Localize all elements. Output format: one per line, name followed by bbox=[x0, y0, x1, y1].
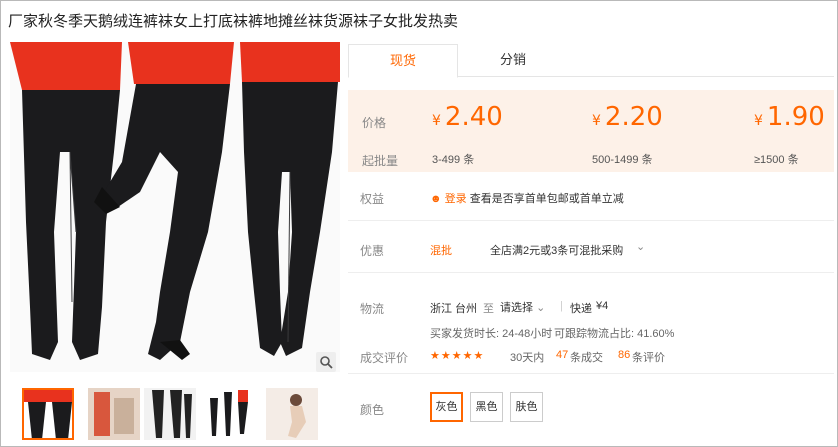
price-value: 2.20 bbox=[604, 102, 663, 132]
rating-label: 成交评价 bbox=[360, 351, 409, 365]
promo-label: 优惠 bbox=[360, 244, 385, 258]
price-value: 2.40 bbox=[444, 102, 503, 132]
price-panel: 价格 起批量 ¥2.40 ¥2.20 ¥1.90 3-499 条 500-149… bbox=[348, 90, 834, 172]
qty-tier-1: 3-499 条 bbox=[432, 154, 475, 166]
color-option-black[interactable]: 黑色 bbox=[470, 392, 503, 422]
user-icon: ☻ bbox=[430, 193, 442, 205]
color-option-skin[interactable]: 肤色 bbox=[510, 392, 543, 422]
currency-symbol: ¥ bbox=[754, 113, 763, 129]
thumbnail-4[interactable] bbox=[204, 388, 256, 440]
destination-value: 请选择 bbox=[500, 302, 533, 314]
chevron-down-icon: ⌄ bbox=[536, 302, 546, 314]
tab-in-stock[interactable]: 现货 bbox=[348, 44, 458, 78]
main-product-image[interactable] bbox=[10, 42, 340, 372]
separator: | bbox=[560, 300, 563, 312]
magnifier-icon bbox=[320, 356, 333, 369]
divider bbox=[348, 272, 834, 273]
sold-count: 47 bbox=[556, 349, 569, 361]
price-tier-1: ¥2.40 bbox=[432, 102, 503, 132]
rating-period: 30天内 bbox=[510, 352, 545, 364]
qty-tier-3: ≥1500 条 bbox=[754, 154, 799, 166]
sold-label[interactable]: 条成交 bbox=[570, 349, 603, 365]
price-tier-2: ¥2.20 bbox=[592, 102, 663, 132]
review-count: 86 bbox=[618, 349, 631, 361]
color-label: 颜色 bbox=[360, 403, 385, 417]
express-method: 快递 bbox=[570, 303, 592, 315]
rights-row: ☻ 登录 查看是否享首单包邮或首单立减 bbox=[430, 190, 624, 206]
color-option-gray[interactable]: 灰色 bbox=[430, 392, 463, 422]
price-tier-3: ¥1.90 bbox=[754, 102, 825, 132]
thumbnail-3[interactable] bbox=[144, 388, 196, 440]
destination-select[interactable]: 请选择 ⌄ bbox=[500, 299, 545, 315]
price-label: 价格 bbox=[362, 116, 387, 130]
chevron-down-icon[interactable]: ⌄ bbox=[636, 240, 645, 253]
login-link[interactable]: 登录 bbox=[445, 193, 467, 205]
thumbnail-strip bbox=[10, 388, 340, 444]
product-title: 厂家秋冬季天鹅绒连裤袜女上打底袜裤地摊丝袜货源袜子女批发热卖 bbox=[8, 13, 459, 30]
ship-to-word: 至 bbox=[483, 303, 494, 315]
min-qty-label: 起批量 bbox=[362, 154, 399, 168]
ship-time: 买家发货时长: 24-48小时 bbox=[430, 328, 553, 340]
zoom-button[interactable] bbox=[316, 352, 336, 372]
rights-label: 权益 bbox=[360, 192, 385, 206]
tab-distribution[interactable]: 分销 bbox=[458, 44, 568, 77]
thumbnail-1[interactable] bbox=[22, 388, 74, 440]
ship-from: 浙江 台州 bbox=[430, 303, 478, 315]
currency-symbol: ¥ bbox=[432, 113, 441, 129]
qty-tier-2: 500-1499 条 bbox=[592, 154, 653, 166]
thumbnail-2[interactable] bbox=[88, 388, 140, 440]
thumbnail-5[interactable] bbox=[266, 388, 318, 440]
divider bbox=[348, 373, 834, 374]
price-value: 1.90 bbox=[766, 102, 825, 132]
rating-stars: ★★★★★ bbox=[430, 350, 485, 362]
rights-text: 查看是否享首单包邮或首单立减 bbox=[469, 193, 624, 205]
divider bbox=[348, 220, 834, 221]
currency-symbol: ¥ bbox=[592, 113, 601, 129]
promo-tag: 混批 bbox=[430, 245, 452, 257]
review-label[interactable]: 条评价 bbox=[632, 349, 665, 365]
promo-text: 全店满2元或3条可混批采购 bbox=[490, 245, 624, 257]
tracking-rate: 可跟踪物流占比: 41.60% bbox=[554, 328, 675, 340]
express-fee: ¥4 bbox=[596, 300, 609, 312]
logistics-label: 物流 bbox=[360, 302, 385, 316]
product-photo bbox=[10, 42, 340, 360]
offer-tabs: 现货 分销 bbox=[348, 44, 834, 78]
